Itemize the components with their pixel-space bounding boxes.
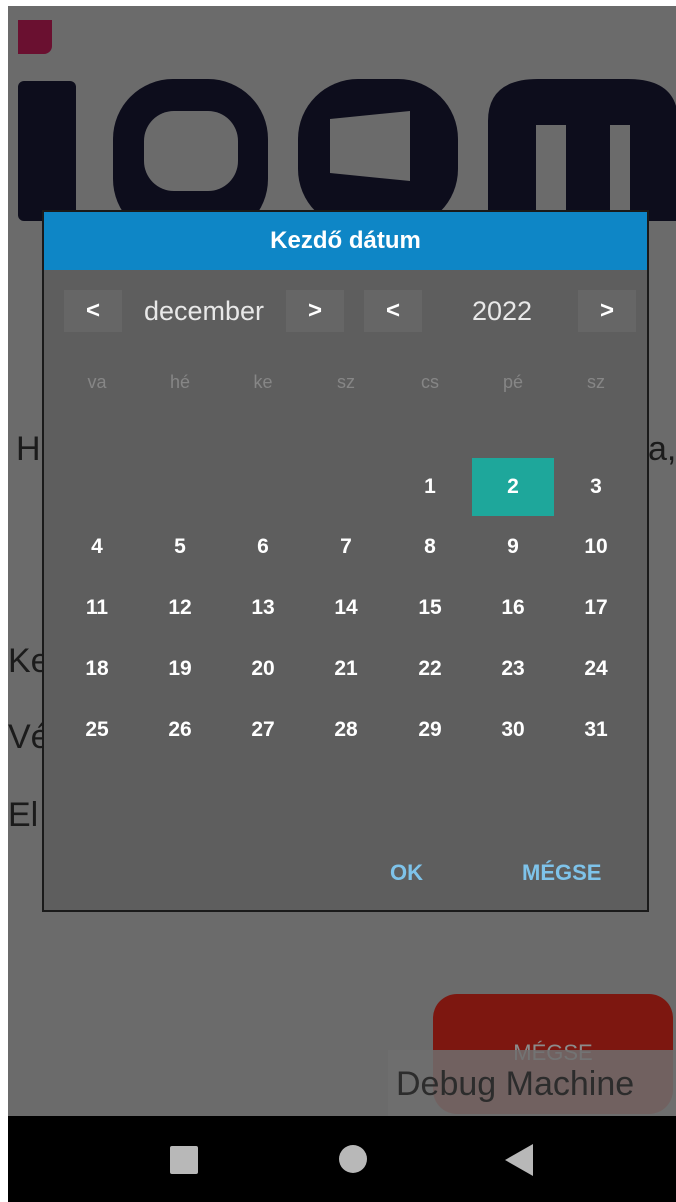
ok-button[interactable]: OK: [390, 860, 423, 886]
igom-logo: [18, 79, 676, 221]
day-cell[interactable]: 6: [222, 518, 304, 576]
bg-partial-text-1: H: [16, 430, 41, 468]
system-navigation-bar: [8, 1116, 676, 1202]
debug-banner: Debug Machine: [388, 1050, 676, 1116]
day-cell[interactable]: 17: [555, 579, 637, 637]
weekday-label: sz: [587, 372, 605, 392]
home-icon[interactable]: [339, 1145, 367, 1173]
day-cell[interactable]: 23: [472, 640, 554, 698]
date-picker-dialog: Kezdő dátum < december > < 2022 > va hé ke…: [42, 210, 649, 912]
day-cell[interactable]: 15: [389, 579, 471, 637]
day-cell[interactable]: 3: [555, 458, 637, 516]
day-cell[interactable]: 22: [389, 640, 471, 698]
month-label: december: [143, 296, 265, 326]
day-cell[interactable]: 9: [472, 518, 554, 576]
day-cell[interactable]: 20: [222, 640, 304, 698]
recents-icon[interactable]: [170, 1146, 198, 1174]
day-cell[interactable]: 1: [389, 458, 471, 516]
day-cell[interactable]: 8: [389, 518, 471, 576]
day-cell[interactable]: 12: [139, 579, 221, 637]
day-cell[interactable]: 21: [305, 640, 387, 698]
day-cell[interactable]: 4: [56, 518, 138, 576]
weekday-label: ke: [253, 372, 273, 392]
day-cell[interactable]: 24: [555, 640, 637, 698]
day-cell[interactable]: 5: [139, 518, 221, 576]
day-cell[interactable]: 13: [222, 579, 304, 637]
day-cell[interactable]: 18: [56, 640, 138, 698]
weekday-label: hé: [169, 372, 191, 392]
day-cell[interactable]: 30: [472, 701, 554, 759]
year-label: 2022: [471, 296, 533, 326]
next-year-button[interactable]: >: [578, 290, 636, 332]
weekday-label: pé: [502, 372, 524, 392]
bg-partial-text-5: El: [8, 796, 39, 834]
day-cell[interactable]: 28: [305, 701, 387, 759]
day-cell[interactable]: 29: [389, 701, 471, 759]
day-cell[interactable]: 14: [305, 579, 387, 637]
day-cell[interactable]: 7: [305, 518, 387, 576]
selected-day-cell[interactable]: 2: [472, 458, 554, 516]
day-cell[interactable]: 10: [555, 518, 637, 576]
day-cell[interactable]: 25: [56, 701, 138, 759]
prev-year-button[interactable]: <: [364, 290, 422, 332]
dialog-title: Kezdő dátum: [44, 212, 647, 270]
weekday-label: sz: [337, 372, 355, 392]
day-cell[interactable]: 16: [472, 579, 554, 637]
prev-month-button[interactable]: <: [64, 290, 122, 332]
weekday-label: cs: [421, 372, 439, 392]
day-cell[interactable]: 31: [555, 701, 637, 759]
day-cell[interactable]: 11: [56, 579, 138, 637]
day-cell[interactable]: 19: [139, 640, 221, 698]
next-month-button[interactable]: >: [286, 290, 344, 332]
cancel-button[interactable]: MÉGSE: [522, 860, 601, 886]
bg-partial-text-2: a,: [648, 430, 676, 468]
back-icon[interactable]: [505, 1144, 533, 1176]
day-cell[interactable]: 27: [222, 701, 304, 759]
brand-mark: [18, 20, 52, 54]
weekday-label: va: [87, 372, 107, 392]
day-cell[interactable]: 26: [139, 701, 221, 759]
